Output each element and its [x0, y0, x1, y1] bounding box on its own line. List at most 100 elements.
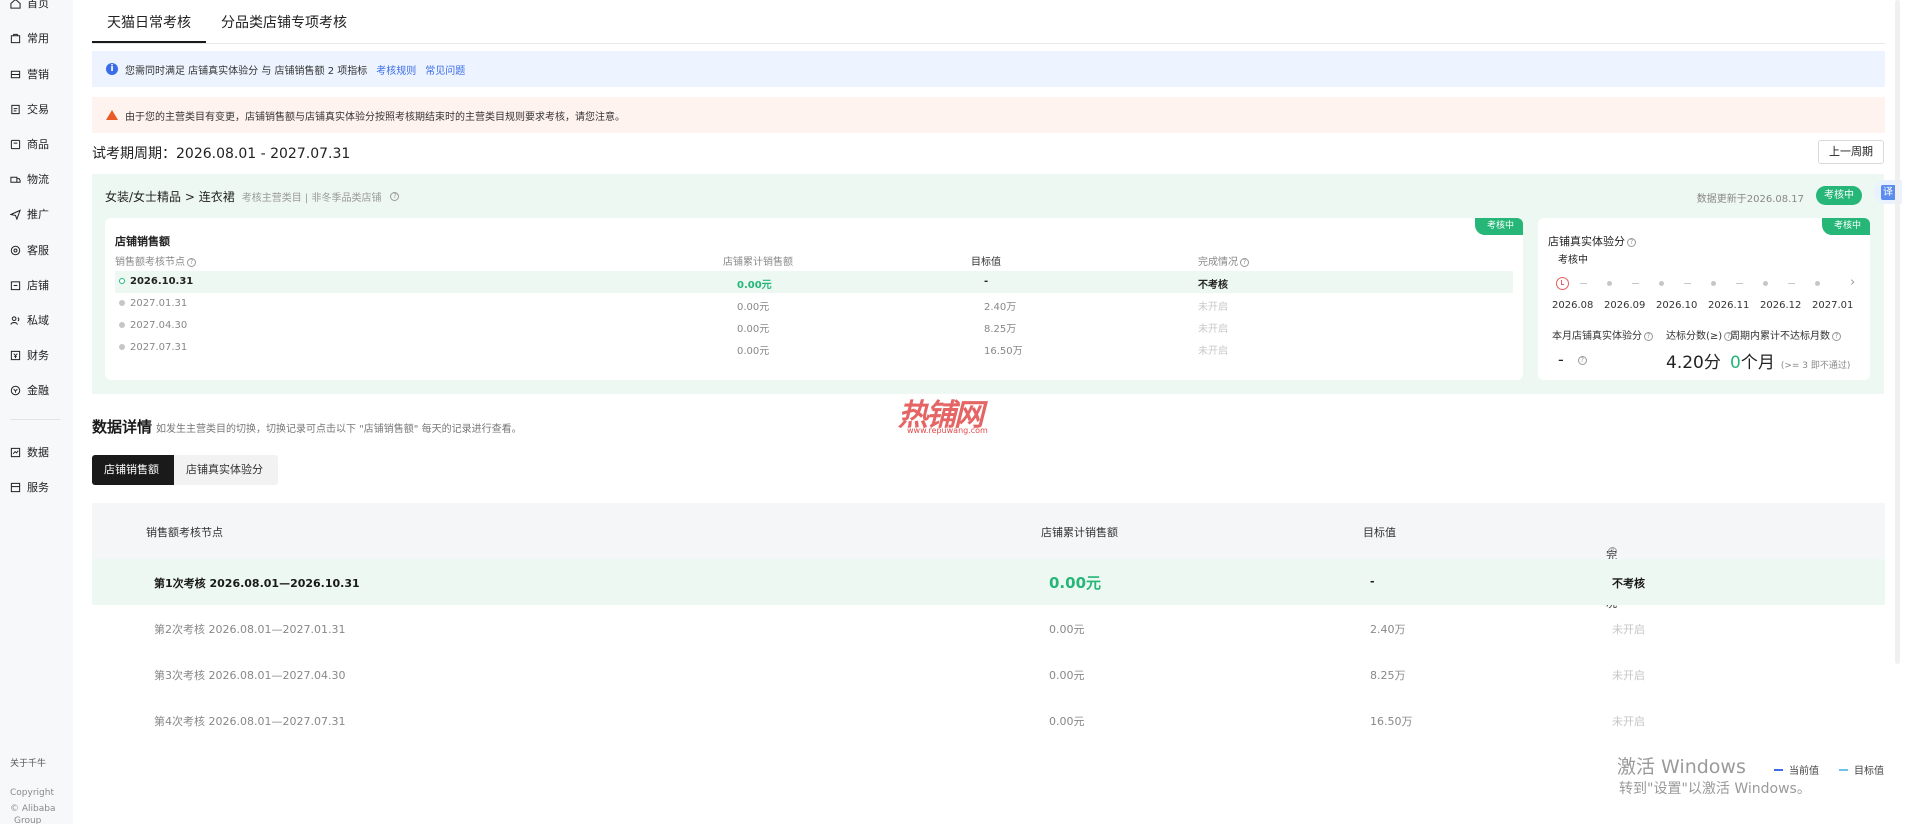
sidebar-item-trade[interactable]: 交易	[10, 100, 49, 118]
help-icon[interactable]: ?	[1240, 257, 1249, 267]
tabs-divider	[92, 43, 1885, 44]
sidebar-item-product[interactable]: 商品	[10, 135, 49, 153]
info-notice-text: 您需同时满足 店铺真实体验分 与 店铺销售额 2 项指标	[125, 65, 368, 77]
sidebar-item-label: 数据	[27, 446, 49, 459]
assessment-rules-link[interactable]: 考核规则	[376, 62, 416, 77]
sidebar-item-promotion[interactable]: 推广	[10, 205, 49, 223]
target-score-label: 达标分数(≥)?	[1666, 327, 1734, 342]
copyright-text: Copyright	[10, 788, 54, 798]
target-value: 8.25万	[984, 324, 1017, 335]
completion-status: 未开启	[1198, 346, 1228, 357]
tab-category-assessment[interactable]: 分品类店铺专项考核	[206, 0, 362, 43]
sidebar-item-label: 商品	[27, 138, 49, 151]
completion-status: 不考核	[1198, 280, 1228, 291]
fail-months-label: 周期内累计不达标月数?	[1730, 327, 1841, 342]
about-link[interactable]: 关于千牛	[10, 756, 46, 769]
info-icon: i	[106, 63, 118, 75]
target-value: 2.40万	[984, 302, 1017, 313]
sidebar-item-finance[interactable]: 财务	[10, 346, 49, 364]
help-icon[interactable]: ?	[1627, 237, 1636, 247]
column-header: 销售额考核节点	[146, 526, 223, 539]
help-icon[interactable]: ?	[390, 192, 400, 201]
completion-status: 未开启	[1198, 302, 1228, 313]
data-detail-title: 数据详情 如发生主营类目的切换，切换记录可点击以下 "店铺销售额" 每天的记录进行…	[92, 416, 522, 437]
sidebar-item-label: 推广	[27, 208, 49, 221]
data-icon	[10, 447, 21, 458]
warning-icon	[106, 110, 118, 120]
node-icon	[119, 344, 125, 350]
sidebar-item-label: 金融	[27, 384, 49, 397]
sidebar-item-label: 客服	[27, 244, 49, 257]
chevron-right-icon[interactable]: ›	[1850, 275, 1855, 290]
sales-value: 0.00元	[737, 324, 770, 335]
sales-row: 2027.04.30 0.00元 8.25万 未开启	[115, 315, 1513, 337]
service-icon	[10, 245, 21, 256]
copyright-company: © Alibaba	[10, 804, 56, 814]
store-icon	[10, 280, 21, 291]
target-value: 16.50万	[984, 346, 1023, 357]
help-icon[interactable]: ?	[187, 257, 196, 267]
table-row: 第4次考核 2026.08.01—2027.07.31 0.00元 16.50万…	[92, 697, 1885, 743]
status-badge: 考核中	[1821, 218, 1870, 235]
windows-activation-title: 激活 Windows	[1617, 756, 1746, 778]
target-value: 16.50万	[1370, 715, 1413, 728]
copyright-group: Group	[14, 816, 42, 824]
fail-months-note: (>= 3 即不通过)	[1780, 361, 1851, 371]
site-watermark: 热铺网 www.repuwang.com	[898, 390, 1010, 438]
sales-card-title: 店铺销售额	[115, 235, 170, 248]
windows-activation-hint: 转到"设置"以激活 Windows。	[1619, 781, 1811, 797]
help-icon[interactable]: ?	[1832, 331, 1841, 341]
legend-current: 当前值	[1774, 762, 1819, 777]
column-header: 目标值	[971, 257, 1001, 268]
tab-store-sales[interactable]: 店铺销售额	[92, 455, 174, 485]
scrollbar[interactable]	[1895, 0, 1900, 664]
sales-value: 0.00元	[1049, 623, 1085, 636]
sidebar-item-marketing[interactable]: 营销	[10, 65, 49, 83]
help-icon[interactable]: ?	[1608, 547, 1617, 556]
sidebar-item-label: 私域	[27, 314, 49, 327]
faq-link[interactable]: 常见问题	[425, 62, 465, 77]
status-badge: 考核中	[1816, 186, 1862, 205]
help-icon[interactable]: ?	[1577, 356, 1587, 365]
completion-status: 未开启	[1612, 669, 1645, 682]
sales-value: 0.00元	[1049, 574, 1102, 592]
sidebar-item-label: 物流	[27, 173, 49, 186]
sidebar-item-label: 店铺	[27, 279, 49, 292]
month-label: 2026.10	[1656, 300, 1698, 311]
node-period: 第3次考核 2026.08.01—2027.04.30	[154, 669, 346, 682]
tab-experience-score[interactable]: 店铺真实体验分	[174, 455, 278, 485]
sidebar-item-home[interactable]: 首页	[10, 0, 49, 12]
month-label: 2026.08	[1552, 300, 1594, 311]
tab-daily-assessment[interactable]: 天猫日常考核	[92, 0, 206, 43]
monthly-score-label-text: 本月店铺真实体验分	[1552, 331, 1642, 342]
section-note: 如发生主营类目的切换，切换记录可点击以下 "店铺销售额" 每天的记录进行查看。	[156, 424, 522, 435]
sidebar-item-banking[interactable]: 金融	[10, 381, 49, 399]
month-timeline: ›	[1552, 275, 1862, 292]
sales-row: 2027.01.31 0.00元 2.40万 未开启	[115, 293, 1513, 315]
marketing-icon	[10, 69, 21, 80]
sidebar-item-service[interactable]: 客服	[10, 241, 49, 259]
legend-swatch	[1774, 768, 1783, 771]
sidebar-item-data[interactable]: 数据	[10, 443, 49, 461]
month-label: 2026.12	[1760, 300, 1802, 311]
watermark-url: www.repuwang.com	[907, 426, 988, 435]
sidebar-item-services[interactable]: 服务	[10, 478, 49, 496]
warning-notice: 由于您的主营类目有变更，店铺销售额与店铺真实体验分按照考核期结束时的主营类目规则…	[92, 97, 1885, 133]
completion-status: 不考核	[1612, 577, 1645, 590]
completion-status: 未开启	[1612, 715, 1645, 728]
previous-period-button[interactable]: 上一周期	[1818, 140, 1884, 164]
node-icon	[119, 300, 125, 306]
help-icon[interactable]: ?	[1644, 331, 1653, 341]
sidebar-item-store[interactable]: 店铺	[10, 276, 49, 294]
column-header: 店铺累计销售额	[723, 257, 793, 268]
sidebar-item-frequent[interactable]: 常用	[10, 29, 49, 47]
sidebar-item-private-domain[interactable]: 私域	[10, 311, 49, 329]
monthly-score-number: -	[1558, 350, 1564, 369]
trade-icon	[10, 104, 21, 115]
score-card-title-text: 店铺真实体验分	[1548, 235, 1625, 248]
sidebar-item-label: 服务	[27, 481, 49, 494]
section-title-text: 数据详情	[92, 418, 153, 436]
sales-detail-table: 销售额考核节点 店铺累计销售额 目标值 完成情况? 第1次考核 2026.08.…	[92, 503, 1885, 743]
sales-row: 2027.07.31 0.00元 16.50万 未开启	[115, 337, 1513, 359]
sidebar-item-logistics[interactable]: 物流	[10, 170, 49, 188]
